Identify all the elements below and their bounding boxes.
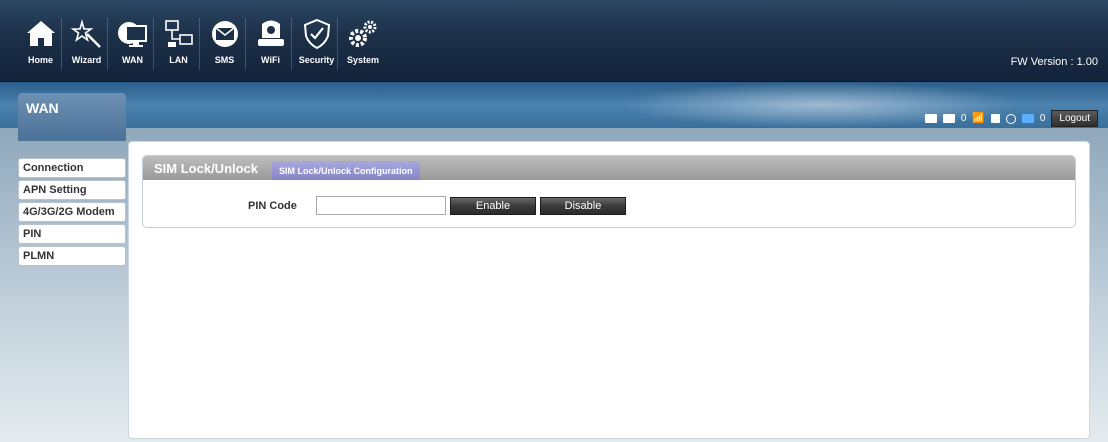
roaming-icon	[990, 114, 1000, 123]
monitor-globe-icon	[117, 22, 147, 47]
pin-form-row: PIN Code Enable Disable	[143, 196, 1075, 215]
nav-wan[interactable]: WAN	[112, 18, 154, 70]
box-header: SIM Lock/Unlock SIM Lock/Unlock Configur…	[143, 156, 1075, 180]
globe-icon	[1005, 113, 1016, 124]
nav-lan[interactable]: LAN	[158, 18, 200, 70]
main-nav: Home Wizard WAN LAN SMS WiFi Security Sy…	[20, 18, 384, 70]
nav-wizard[interactable]: Wizard	[66, 18, 108, 70]
sms-count: 0	[960, 113, 967, 124]
section-title: WAN	[18, 93, 126, 141]
wand-icon	[70, 19, 101, 48]
home-icon	[26, 21, 55, 46]
nav-sms[interactable]: SMS	[204, 18, 246, 70]
nav-home[interactable]: Home	[20, 18, 62, 70]
firmware-version: FW Version : 1.00	[1010, 56, 1098, 68]
wifi-router-icon	[257, 20, 284, 46]
sim-lock-box: SIM Lock/Unlock SIM Lock/Unlock Configur…	[142, 155, 1076, 228]
shield-icon	[303, 18, 330, 50]
tab-sim-lock-configuration[interactable]: SIM Lock/Unlock Configuration	[272, 161, 420, 180]
gears-icon	[349, 20, 377, 47]
left-sidebar: Connection APN Setting 4G/3G/2G Modem PI…	[18, 158, 126, 268]
nav-security[interactable]: Security	[296, 18, 338, 70]
sim-card-icon	[924, 114, 937, 123]
nav-wan-label: WAN	[122, 55, 143, 65]
sms-status-icon	[942, 114, 955, 123]
top-navigation-bar: Home Wizard WAN LAN SMS WiFi Security Sy…	[0, 0, 1108, 82]
disable-button[interactable]: Disable	[540, 196, 626, 215]
nav-wifi-label: WiFi	[261, 55, 280, 65]
nav-system-label: System	[346, 55, 380, 65]
pin-code-label: PIN Code	[248, 199, 297, 212]
sidebar-item-modem[interactable]: 4G/3G/2G Modem	[18, 202, 126, 222]
nav-wizard-label: Wizard	[71, 55, 102, 65]
nav-security-label: Security	[298, 55, 335, 65]
enable-button[interactable]: Enable	[450, 196, 536, 215]
logout-button[interactable]: Logout	[1051, 110, 1098, 127]
envelope-icon	[211, 21, 238, 47]
sidebar-item-plmn[interactable]: PLMN	[18, 246, 126, 266]
box-title: SIM Lock/Unlock	[154, 160, 259, 176]
sidebar-item-connection[interactable]: Connection	[18, 158, 126, 178]
wifi-clients-icon	[1021, 114, 1034, 123]
sidebar-item-apn-setting[interactable]: APN Setting	[18, 180, 126, 200]
signal-strength-icon: 📶	[972, 113, 985, 124]
network-icon	[164, 20, 193, 47]
nav-home-label: Home	[27, 55, 53, 65]
main-panel: SIM Lock/Unlock SIM Lock/Unlock Configur…	[128, 141, 1090, 439]
sidebar-item-pin[interactable]: PIN	[18, 224, 126, 244]
pin-code-input[interactable]	[316, 196, 446, 215]
nav-system[interactable]: System	[342, 18, 384, 70]
nav-lan-label: LAN	[169, 55, 188, 65]
wifi-clients-count: 0	[1039, 113, 1046, 124]
nav-wifi[interactable]: WiFi	[250, 18, 292, 70]
status-icons: 0 📶 0 Logout	[924, 110, 1098, 127]
nav-sms-label: SMS	[214, 55, 235, 65]
